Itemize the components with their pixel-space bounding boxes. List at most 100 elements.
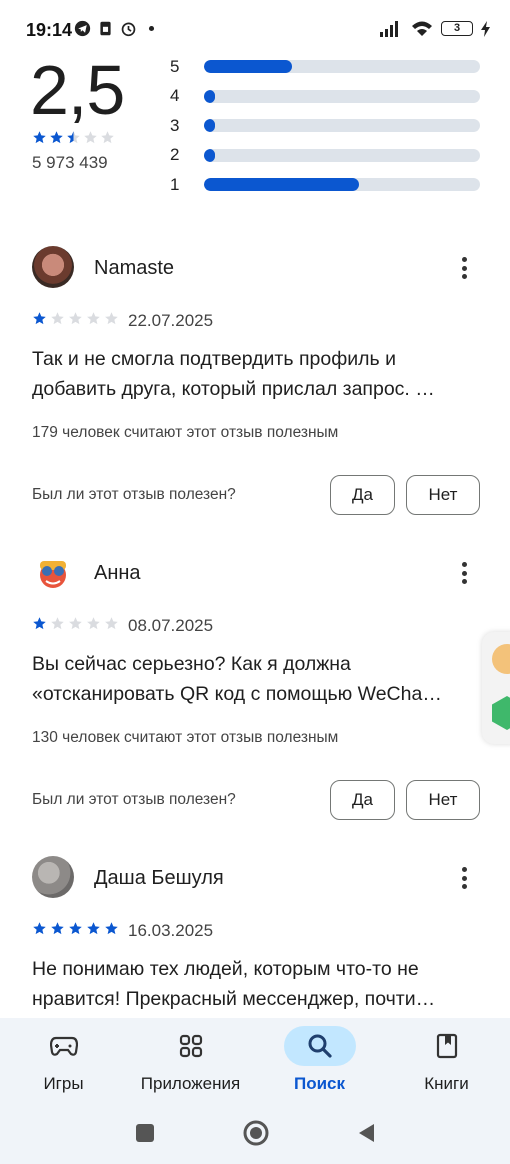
nav-label: Игры — [43, 1074, 84, 1093]
star-icon — [105, 312, 118, 325]
signal-icon — [380, 21, 398, 37]
rating-score: 2,5 — [30, 51, 125, 129]
star-icon — [51, 617, 64, 630]
dots-icon — [148, 25, 155, 32]
star-icon — [87, 312, 100, 325]
rating-bar-track — [204, 119, 480, 133]
more-options-icon[interactable] — [456, 255, 472, 281]
rating-bar-fill — [204, 60, 293, 74]
star-icon — [33, 617, 46, 630]
helpful-no-button[interactable]: Нет — [406, 780, 480, 820]
review-text[interactable]: Так и не смогла подтвердить профиль и до… — [32, 344, 482, 404]
nav-label: Поиск — [293, 1074, 346, 1093]
rating-bar-row: 4 — [170, 82, 480, 112]
star-icon — [51, 922, 64, 935]
search-icon — [308, 1034, 332, 1058]
star-icon — [105, 922, 118, 935]
review-author: Namaste — [94, 257, 175, 279]
review-text-line: Вы сейчас серьезно? Как я должна — [32, 653, 351, 675]
avatar[interactable] — [32, 856, 74, 898]
star-icon — [50, 131, 63, 144]
rating-bar-fill — [204, 148, 216, 162]
rating-bar-fill — [204, 178, 359, 192]
star-icon — [33, 131, 46, 144]
status-time: 19:14 — [26, 20, 73, 40]
apps-grid-icon — [179, 1034, 202, 1058]
nav-label: Книги — [424, 1074, 469, 1093]
review-stars — [32, 311, 119, 326]
helpful-yes-button[interactable]: Да — [330, 475, 395, 515]
helpful-no-button[interactable]: Нет — [406, 475, 480, 515]
back-icon[interactable] — [356, 1122, 376, 1144]
side-widget-icon[interactable] — [492, 696, 510, 730]
rating-bar-row: 2 — [170, 141, 480, 171]
star-icon — [33, 312, 46, 325]
rating-stars — [32, 130, 115, 145]
nav-item-search[interactable]: Поиск — [256, 1018, 383, 1110]
bottom-navigation: Игры Приложения Поиск Книги — [0, 1018, 510, 1110]
floating-side-widget[interactable] — [482, 632, 510, 744]
more-options-icon[interactable] — [456, 560, 472, 586]
rating-bar-row: 3 — [170, 111, 480, 141]
review-date: 22.07.2025 — [128, 311, 214, 330]
rating-count: 5 973 439 — [32, 153, 108, 172]
review-text[interactable]: Не понимаю тех людей, которым что-то не … — [32, 954, 482, 1014]
nav-item-games[interactable]: Игры — [0, 1018, 127, 1110]
rating-bar-row: 1 — [170, 170, 480, 200]
star-icon — [87, 617, 100, 630]
star-icon — [67, 131, 80, 144]
nav-item-books[interactable]: Книги — [383, 1018, 510, 1110]
nav-item-apps[interactable]: Приложения — [127, 1018, 254, 1110]
status-icons-left — [74, 20, 160, 37]
nav-label: Приложения — [140, 1074, 241, 1093]
review-text-line: Не понимаю тех людей, которым что-то не — [32, 958, 419, 980]
review-text-line: Так и не смогла подтвердить профиль и — [32, 348, 396, 370]
rating-distribution: 5 4 3 2 1 — [170, 52, 480, 200]
rating-bar-track — [204, 60, 480, 74]
review-stars — [32, 616, 119, 631]
review-text-line: «отсканировать QR код с помощью WeCha… — [32, 683, 442, 705]
home-icon[interactable] — [242, 1119, 270, 1147]
star-icon — [84, 131, 97, 144]
star-icon — [105, 617, 118, 630]
recents-icon[interactable] — [134, 1122, 156, 1144]
rating-bar-label: 4 — [170, 86, 180, 106]
wifi-icon — [412, 21, 432, 36]
star-icon — [33, 922, 46, 935]
rating-bar-fill — [204, 119, 216, 133]
rating-bar-label: 2 — [170, 145, 180, 165]
helpful-yes-button[interactable]: Да — [330, 780, 395, 820]
review-date: 08.07.2025 — [128, 616, 214, 635]
side-widget-icon[interactable] — [492, 644, 510, 674]
review-date: 16.03.2025 — [128, 921, 214, 940]
status-icons-right: 3 — [379, 20, 490, 37]
review-author: Даша Бешуля — [94, 867, 224, 889]
rating-bar-label: 5 — [170, 56, 180, 76]
system-navigation-bar — [0, 1110, 510, 1164]
rating-bar-track — [204, 148, 480, 162]
rating-bar-label: 3 — [170, 115, 180, 135]
star-icon — [51, 312, 64, 325]
helpful-count: 130 человек считают этот отзыв полезным — [32, 729, 339, 746]
star-icon — [87, 922, 100, 935]
rating-bar-track — [204, 178, 480, 192]
avatar[interactable] — [32, 246, 74, 288]
review-text[interactable]: Вы сейчас серьезно? Как я должна «отскан… — [32, 649, 482, 709]
telegram-icon — [74, 20, 91, 37]
rating-bar-fill — [204, 89, 216, 103]
helpful-question: Был ли этот отзыв полезен? — [32, 791, 236, 808]
avatar[interactable] — [32, 551, 74, 593]
star-icon — [69, 312, 82, 325]
star-icon — [101, 131, 114, 144]
rating-bar-label: 1 — [170, 174, 180, 194]
helpful-question: Был ли этот отзыв полезен? — [32, 486, 236, 503]
rating-bar-track — [204, 89, 480, 103]
rating-bar-row: 5 — [170, 52, 480, 82]
alarm-icon — [121, 22, 136, 37]
review-author: Анна — [94, 562, 141, 584]
sim-icon — [100, 21, 111, 36]
more-options-icon[interactable] — [456, 865, 472, 891]
helpful-count: 179 человек считают этот отзыв полезным — [32, 424, 339, 441]
review-text-line: добавить друга, который прислал запрос. … — [32, 378, 435, 400]
book-icon — [436, 1033, 457, 1059]
